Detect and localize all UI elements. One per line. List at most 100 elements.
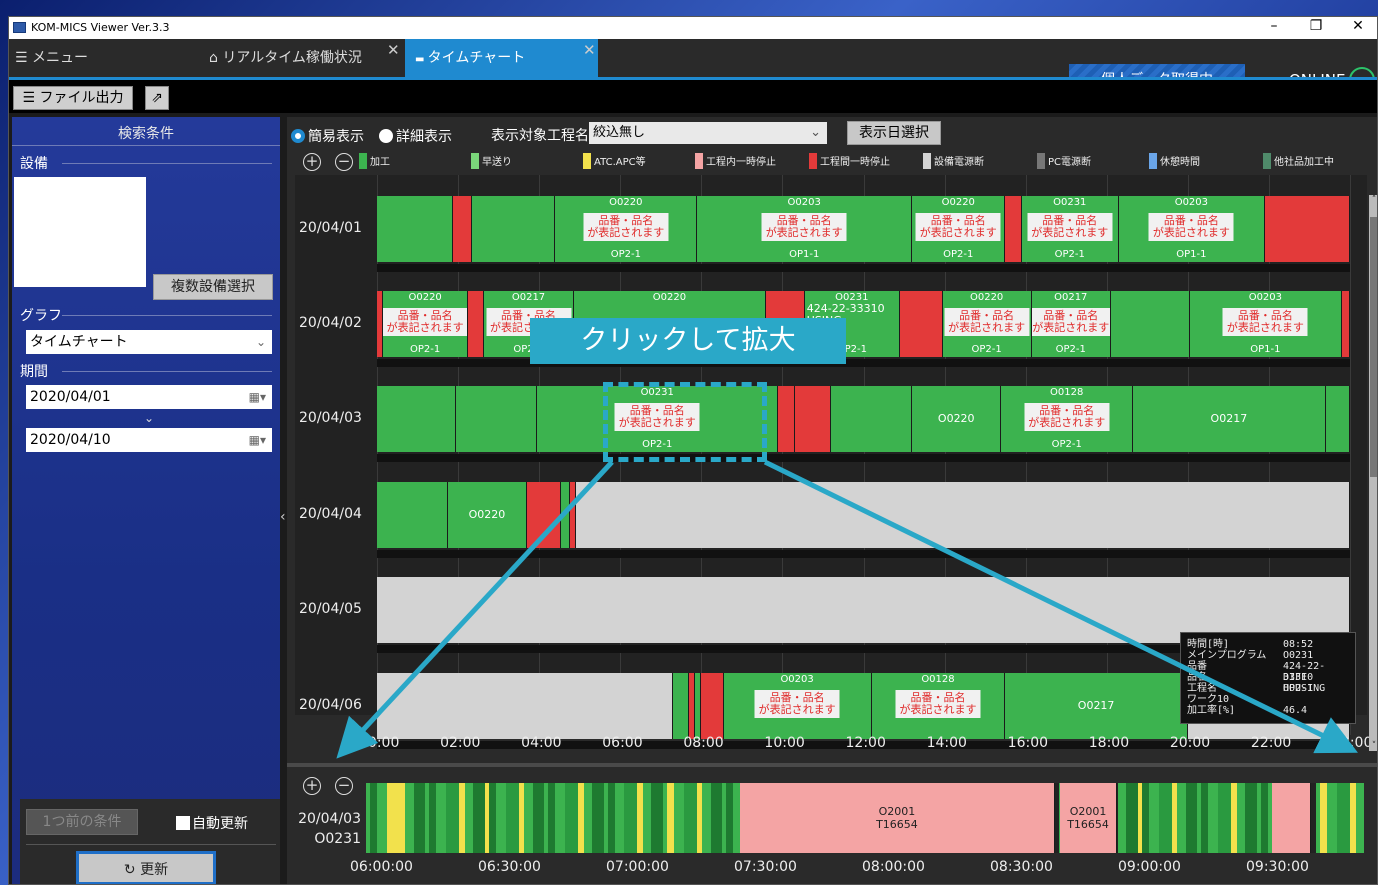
segment-program: O0203 xyxy=(780,674,814,685)
tab-timechart[interactable]: ▬ タイムチャート ✕ xyxy=(405,39,598,77)
collapse-icon[interactable]: ‹ xyxy=(280,509,286,525)
segment[interactable]: O0217 xyxy=(1133,386,1326,452)
process-select[interactable]: 絞込無し ⌄ xyxy=(589,122,827,144)
detail-bar xyxy=(495,783,506,853)
detail-bar xyxy=(376,783,387,853)
date-from-field[interactable]: 2020/04/01 ▦▾ xyxy=(26,385,272,409)
detail-timeline[interactable]: O2001 T16654 O2001 T16654 xyxy=(366,783,1364,853)
segment[interactable] xyxy=(468,291,485,357)
segment-process: OP1-1 xyxy=(1176,249,1207,260)
detail-pink-segment[interactable] xyxy=(1272,783,1312,853)
segment[interactable]: O0128 品番・品名 が表記されます OP2-1 xyxy=(1001,386,1134,452)
segment[interactable]: O0203 品番・品名 が表記されます OP1-1 xyxy=(1189,291,1342,357)
graph-select[interactable]: タイムチャート ⌄ xyxy=(26,330,272,354)
export-button[interactable]: ⇗ xyxy=(145,86,169,110)
segment[interactable] xyxy=(778,386,795,452)
segment-process: OP2-1 xyxy=(971,344,1002,355)
segment[interactable]: O0220 品番・品名 が表記されます OP2-1 xyxy=(383,291,469,357)
segment[interactable] xyxy=(575,482,1350,548)
segment[interactable]: O0220 xyxy=(912,386,1002,452)
minimize-icon[interactable]: – xyxy=(1259,18,1289,34)
calendar-icon[interactable]: ▦▾ xyxy=(249,428,266,452)
segment[interactable] xyxy=(377,386,457,452)
detail-zoom-in-icon[interactable]: + xyxy=(303,777,321,795)
row-track-baseline xyxy=(377,359,1350,367)
tab-realtime[interactable]: ⌂ リアルタイム稼働状況 ✕ xyxy=(209,39,405,77)
tab-menu[interactable]: ☰ メニュー xyxy=(15,39,195,77)
row-track-baseline xyxy=(377,454,1350,462)
segment[interactable]: O0203 品番・品名 が表記されます xyxy=(723,673,872,739)
segment[interactable] xyxy=(453,196,473,262)
refresh-button[interactable]: ↻ 更新 xyxy=(76,851,216,884)
detail-bar xyxy=(710,783,723,853)
chevron-down-icon: ⌄ xyxy=(810,125,821,140)
detail-zoom-out-icon[interactable]: − xyxy=(335,777,353,795)
detail-pink-segment[interactable]: O2001 T16654 xyxy=(740,783,1055,853)
simple-view-radio[interactable]: 簡易表示 xyxy=(291,126,364,146)
scroll-thumb[interactable] xyxy=(1370,217,1377,477)
detail-pink-segment[interactable]: O2001 T16654 xyxy=(1059,783,1118,853)
segment[interactable]: O0231 品番・品名 が表記されます OP2-1 xyxy=(1021,196,1119,262)
row-track[interactable]: O0220 品番・品名 が表記されます OP2-1 O0217 品番・品名 が表記されます O… xyxy=(377,291,1350,357)
date-to-field[interactable]: 2020/04/10 ▦▾ xyxy=(26,428,272,452)
segment[interactable] xyxy=(1264,196,1350,262)
detail-view-radio[interactable]: 詳細表示 xyxy=(379,126,452,146)
segment[interactable] xyxy=(794,386,832,452)
row-date-label: 20/04/06 xyxy=(299,697,362,713)
detail-row-label: 20/04/03 O0231 xyxy=(297,809,361,849)
segment[interactable] xyxy=(527,482,562,548)
segment[interactable] xyxy=(1005,196,1022,262)
tab-timechart-close-icon[interactable]: ✕ xyxy=(583,31,596,69)
close-icon[interactable]: ✕ xyxy=(1343,18,1373,34)
scroll-down-icon[interactable]: ˅ xyxy=(1369,741,1377,751)
segment[interactable] xyxy=(899,291,943,357)
file-output-button[interactable]: ☰ ファイル出力 xyxy=(13,86,133,110)
segment[interactable] xyxy=(701,673,724,739)
equipment-list[interactable] xyxy=(14,177,146,287)
auto-update-toggle[interactable]: 自動更新 xyxy=(176,813,248,833)
segment[interactable] xyxy=(1325,386,1350,452)
segment[interactable]: O0220 xyxy=(447,482,527,548)
calendar-icon[interactable]: ▦▾ xyxy=(249,385,266,409)
tooltip-key: 品番 xyxy=(1187,661,1207,672)
search-conditions-title: 検索条件 xyxy=(118,126,174,142)
segment[interactable]: O0220 品番・品名 が表記されます OP2-1 xyxy=(555,196,698,262)
segment[interactable] xyxy=(456,386,538,452)
segment[interactable] xyxy=(1341,291,1350,357)
segment[interactable] xyxy=(672,673,690,739)
scroll-up-icon[interactable]: ˄ xyxy=(1369,195,1377,205)
segment[interactable]: O0217 xyxy=(1005,673,1188,739)
segment[interactable] xyxy=(561,482,570,548)
vertical-scrollbar[interactable]: ˄ ˅ xyxy=(1369,195,1377,751)
segment[interactable]: O0203 品番・品名 が表記されます OP1-1 xyxy=(697,196,913,262)
detail-bar xyxy=(413,783,426,853)
segment-program: O0128 xyxy=(1050,387,1084,398)
row-track[interactable]: O0231 品番・品名 が表記されます OP2-1 O0220 O0128 品番・品名 が表記… xyxy=(377,386,1350,452)
display-date-select-button[interactable]: 表示日選択 xyxy=(847,121,941,145)
detail-bar xyxy=(1208,783,1219,853)
zoom-out-icon[interactable]: − xyxy=(335,153,353,171)
restore-icon[interactable]: ❐ xyxy=(1301,18,1331,34)
segment[interactable] xyxy=(377,673,673,739)
legend-swatch xyxy=(1149,153,1157,169)
row-track[interactable]: O0220 品番・品名 が表記されます OP2-1 O0203 品番・品名 が表記されます O… xyxy=(377,196,1350,262)
segment[interactable] xyxy=(377,482,448,548)
segment[interactable] xyxy=(831,386,913,452)
part-name-placeholder: 品番・品名 が表記されます xyxy=(895,690,981,718)
detail-time-tick: 07:30:00 xyxy=(734,859,797,875)
segment[interactable]: O0217 品番・品名 が表記されます OP2-1 xyxy=(1031,291,1111,357)
checkbox[interactable] xyxy=(176,816,190,830)
row-track[interactable]: O0220 xyxy=(377,482,1350,548)
zoom-in-icon[interactable]: + xyxy=(303,153,321,171)
segment[interactable]: O0220 品番・品名 が表記されます OP2-1 xyxy=(912,196,1006,262)
search-sidebar: 検索条件 設備 複数設備選択 グラフ タイムチャート ⌄ 期間 2020/04/0… xyxy=(12,117,286,884)
segment[interactable] xyxy=(377,196,454,262)
segment[interactable]: O0128 品番・品名 が表記されます xyxy=(871,673,1006,739)
segment[interactable]: O0220 品番・品名 が表記されます OP2-1 xyxy=(942,291,1032,357)
segment[interactable] xyxy=(1110,291,1190,357)
tab-realtime-close-icon[interactable]: ✕ xyxy=(387,31,400,69)
segment[interactable]: O0203 品番・品名 が表記されます OP1-1 xyxy=(1118,196,1265,262)
multi-equipment-select-button[interactable]: 複数設備選択 xyxy=(153,274,273,300)
segment[interactable] xyxy=(472,196,556,262)
previous-condition-button[interactable]: 1つ前の条件 xyxy=(26,809,138,835)
